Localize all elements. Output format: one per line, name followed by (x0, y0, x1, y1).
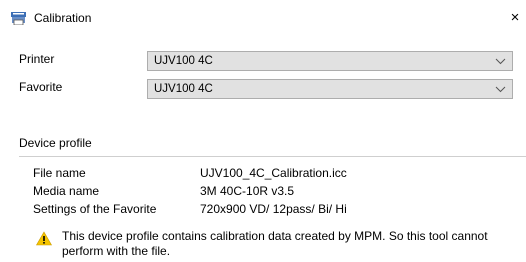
chevron-down-icon (495, 58, 506, 65)
favorite-select-value: UJV100 4C (154, 83, 213, 95)
favorite-settings-value: 720x900 VD/ 12pass/ Bi/ Hi (200, 202, 347, 216)
device-profile-heading: Device profile (19, 136, 92, 150)
favorite-select[interactable]: UJV100 4C (147, 79, 513, 99)
title-bar[interactable]: Calibration × (0, 0, 526, 34)
media-name-value: 3M 40C-10R v3.5 (200, 184, 295, 198)
section-divider (19, 156, 526, 157)
chevron-down-icon (495, 86, 506, 93)
favorite-label: Favorite (19, 80, 63, 94)
printer-select-value: UJV100 4C (154, 55, 213, 67)
media-name-label: Media name (33, 184, 100, 198)
file-name-value: UJV100_4C_Calibration.icc (200, 166, 347, 180)
warning-icon (36, 231, 52, 246)
window-title: Calibration (34, 11, 92, 25)
file-name-label: File name (33, 166, 86, 180)
printer-icon (11, 12, 26, 25)
favorite-settings-label: Settings of the Favorite (33, 202, 157, 216)
warning-message: This device profile contains calibration… (62, 229, 488, 258)
calibration-dialog: Calibration × Printer UJV100 4C Favorite… (0, 0, 526, 262)
close-button[interactable]: × (504, 8, 526, 30)
printer-select[interactable]: UJV100 4C (147, 51, 513, 71)
printer-label: Printer (19, 52, 55, 66)
